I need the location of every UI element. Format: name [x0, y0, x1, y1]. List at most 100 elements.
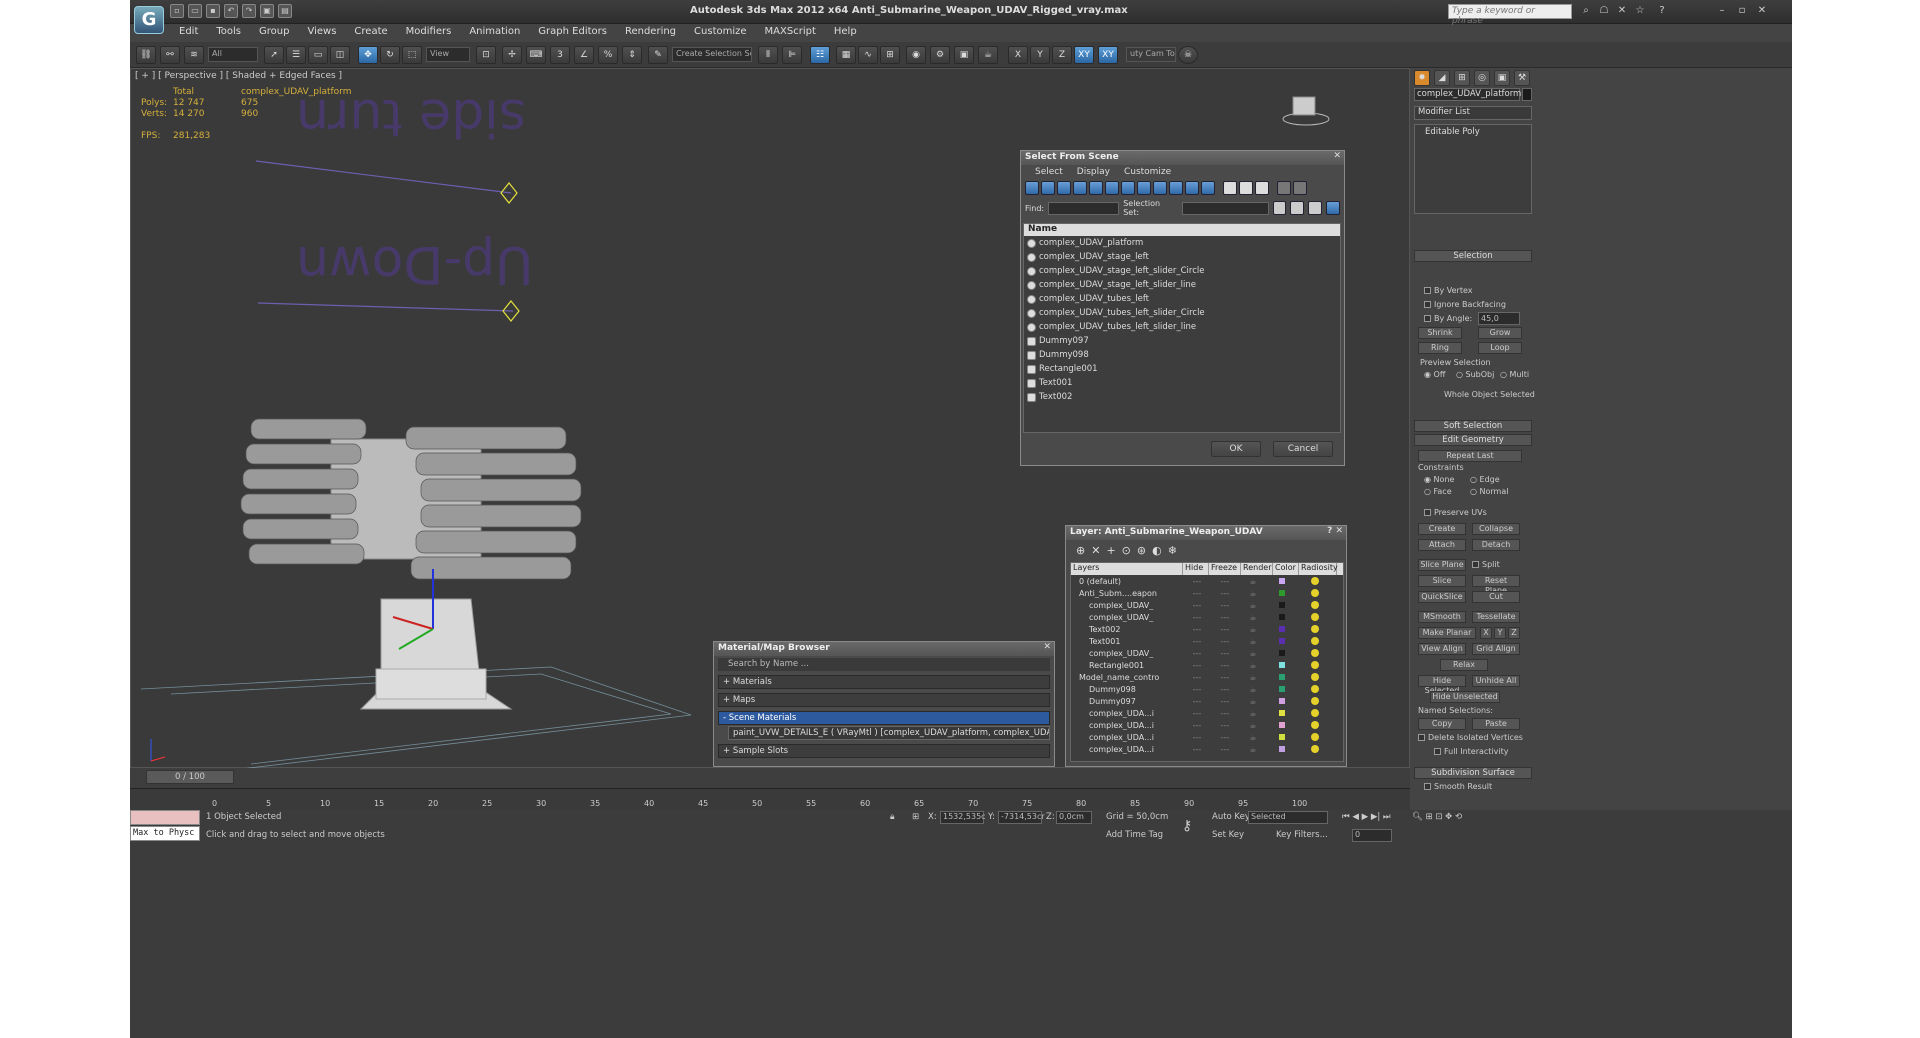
- undo-icon[interactable]: ↶: [224, 4, 238, 18]
- viewcube[interactable]: [1281, 89, 1331, 129]
- redo-icon[interactable]: ↷: [242, 4, 256, 18]
- hide-selected-button[interactable]: Hide Selected: [1418, 675, 1466, 695]
- render-toggle-icon[interactable]: ☕: [1239, 721, 1267, 730]
- menu-maxscript[interactable]: MAXScript: [756, 24, 825, 42]
- create-layer-icon[interactable]: ⊕: [1076, 544, 1085, 557]
- select-all-icon[interactable]: [1272, 201, 1287, 215]
- angle-snap-icon[interactable]: ∠: [574, 46, 594, 64]
- full-interactivity-checkbox[interactable]: Full Interactivity: [1434, 747, 1509, 756]
- navigation-controls[interactable]: 🔍︎ ⊞ ⊡ ✥ ⟲: [1412, 812, 1462, 822]
- freeze-toggle[interactable]: ---: [1211, 649, 1239, 658]
- layer-row[interactable]: 0 (default) --- --- ☕: [1071, 575, 1343, 587]
- object-name-input[interactable]: complex_UDAV_platform: [1414, 88, 1521, 101]
- render-toggle-icon[interactable]: ☕: [1239, 589, 1267, 598]
- hold-icon[interactable]: ▣: [260, 4, 274, 18]
- layer-color-swatch[interactable]: [1279, 674, 1285, 680]
- reset-plane-button[interactable]: Reset Plane: [1472, 575, 1520, 595]
- delete-layer-icon[interactable]: ✕: [1091, 544, 1100, 557]
- key-mode-dropdown[interactable]: Selected: [1248, 811, 1328, 824]
- layer-row[interactable]: complex_UDA...i --- --- ☕: [1071, 707, 1343, 719]
- radiosity-icon[interactable]: [1311, 601, 1319, 609]
- freeze-toggle[interactable]: ---: [1211, 589, 1239, 598]
- render-toggle-icon[interactable]: ☕: [1239, 625, 1267, 634]
- spinner-snap-icon[interactable]: ⇕: [622, 46, 642, 64]
- axis-x-button[interactable]: X: [1008, 46, 1028, 64]
- display-space-warps-icon[interactable]: [1105, 181, 1119, 195]
- layer-color-swatch[interactable]: [1279, 722, 1285, 728]
- layer-row[interactable]: Text002 --- --- ☕: [1071, 623, 1343, 635]
- cancel-button[interactable]: Cancel: [1273, 441, 1333, 457]
- render-teapot-icon[interactable]: ☕: [978, 46, 998, 64]
- select-none-icon[interactable]: [1290, 201, 1305, 215]
- hide-all-layers-icon[interactable]: ◐: [1152, 544, 1162, 557]
- layer-row[interactable]: Anti_Subm....eapon --- --- ☕: [1071, 587, 1343, 599]
- material-editor-icon[interactable]: ◉: [906, 46, 926, 64]
- layer-color-swatch[interactable]: [1279, 698, 1285, 704]
- render-toggle-icon[interactable]: ☕: [1239, 661, 1267, 670]
- list-item[interactable]: complex_UDAV_stage_left_slider_line: [1024, 278, 1340, 292]
- set-key-button[interactable]: Set Key: [1212, 830, 1244, 840]
- loop-button[interactable]: Loop: [1478, 342, 1522, 354]
- app-logo-icon[interactable]: G: [134, 6, 164, 34]
- hide-toggle[interactable]: ---: [1183, 589, 1211, 598]
- absolute-mode-icon[interactable]: ⊞: [912, 812, 919, 822]
- radiosity-icon[interactable]: [1311, 745, 1319, 753]
- list-item[interactable]: complex_UDAV_tubes_left: [1024, 292, 1340, 306]
- attach-button[interactable]: Attach: [1418, 539, 1466, 551]
- subscription-icon[interactable]: ☖: [1596, 4, 1612, 18]
- layer-color-swatch[interactable]: [1279, 662, 1285, 668]
- layer-color-swatch[interactable]: [1279, 626, 1285, 632]
- radiosity-icon[interactable]: [1311, 625, 1319, 633]
- menu-animation[interactable]: Animation: [460, 24, 529, 42]
- radiosity-icon[interactable]: [1311, 673, 1319, 681]
- list-item[interactable]: Dummy097: [1024, 334, 1340, 348]
- hide-toggle[interactable]: ---: [1183, 733, 1211, 742]
- delete-isolated-checkbox[interactable]: Delete Isolated Vertices: [1418, 733, 1523, 742]
- unlink-icon[interactable]: ⚯: [160, 46, 180, 64]
- layer-row[interactable]: complex_UDA...i --- --- ☕: [1071, 719, 1343, 731]
- freeze-toggle[interactable]: ---: [1211, 733, 1239, 742]
- preview-multi-radio[interactable]: ○ Multi: [1500, 370, 1529, 379]
- axis-xy-cycle-button[interactable]: XY: [1098, 46, 1118, 64]
- display-tab-icon[interactable]: ▣: [1494, 70, 1510, 86]
- constraint-normal-radio[interactable]: ○ Normal: [1470, 487, 1508, 496]
- select-move-icon[interactable]: ✥: [358, 46, 378, 64]
- key-icon[interactable]: ⚷: [1182, 818, 1192, 834]
- menu-create[interactable]: Create: [345, 24, 396, 42]
- radiosity-icon[interactable]: [1311, 637, 1319, 645]
- slice-button[interactable]: Slice: [1418, 575, 1466, 587]
- layer-row[interactable]: complex_UDAV_ --- --- ☕: [1071, 647, 1343, 659]
- hide-toggle[interactable]: ---: [1183, 577, 1211, 586]
- render-toggle-icon[interactable]: ☕: [1239, 601, 1267, 610]
- modifier-list-dropdown[interactable]: Modifier List: [1414, 106, 1532, 120]
- layer-manager-icon[interactable]: ☷: [810, 46, 830, 64]
- layer-color-swatch[interactable]: [1279, 686, 1285, 692]
- communication-icon[interactable]: ✕: [1614, 4, 1630, 18]
- ok-button[interactable]: OK: [1211, 441, 1261, 457]
- display-xrefs-icon[interactable]: [1137, 181, 1151, 195]
- freeze-toggle[interactable]: ---: [1211, 673, 1239, 682]
- collapse-button[interactable]: Collapse: [1472, 523, 1520, 535]
- render-toggle-icon[interactable]: ☕: [1239, 697, 1267, 706]
- freeze-all-layers-icon[interactable]: ❄: [1168, 544, 1177, 557]
- binoculars-icon[interactable]: ⌕: [1578, 4, 1594, 18]
- relax-button[interactable]: Relax: [1440, 659, 1488, 671]
- maxscript-listener-input[interactable]: [130, 810, 200, 825]
- pivot-center-icon[interactable]: ⊡: [476, 46, 496, 64]
- view-align-button[interactable]: View Align: [1418, 643, 1466, 655]
- radiosity-icon[interactable]: [1311, 649, 1319, 657]
- radiosity-icon[interactable]: [1311, 589, 1319, 597]
- smooth-result-checkbox[interactable]: Smooth Result: [1424, 782, 1492, 791]
- layer-color-swatch[interactable]: [1279, 746, 1285, 752]
- layer-row[interactable]: Rectangle001 --- --- ☕: [1071, 659, 1343, 671]
- freeze-toggle[interactable]: ---: [1211, 613, 1239, 622]
- filter-icon[interactable]: [1277, 181, 1291, 195]
- name-column-header[interactable]: Name: [1024, 224, 1340, 236]
- menu-rendering[interactable]: Rendering: [616, 24, 685, 42]
- snaps-toggle-icon[interactable]: 3: [550, 46, 570, 64]
- detach-button[interactable]: Detach: [1472, 539, 1520, 551]
- column-color[interactable]: Color: [1273, 563, 1299, 575]
- scene-menu-customize[interactable]: Customize: [1124, 167, 1171, 177]
- freeze-toggle[interactable]: ---: [1211, 745, 1239, 754]
- msmooth-button[interactable]: MSmooth: [1418, 611, 1466, 623]
